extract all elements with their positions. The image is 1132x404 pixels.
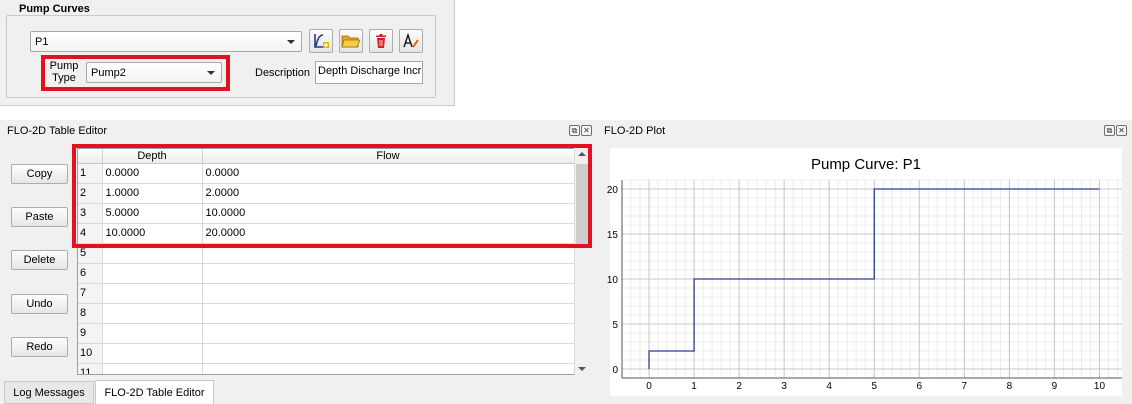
- y-tick-label: 20: [607, 185, 619, 196]
- x-tick-label: 1: [691, 381, 697, 392]
- x-tick-label: 8: [1007, 381, 1013, 392]
- x-tick-label: 7: [962, 381, 968, 392]
- y-tick-label: 10: [607, 275, 619, 286]
- y-tick-label: 0: [612, 365, 618, 376]
- x-tick-label: 6: [917, 381, 923, 392]
- x-tick-label: 3: [781, 381, 787, 392]
- table-highlight: [72, 144, 592, 248]
- x-tick-label: 5: [871, 381, 877, 392]
- pump-type-highlight: [41, 55, 230, 91]
- x-tick-label: 9: [1052, 381, 1058, 392]
- x-tick-label: 10: [1094, 381, 1106, 392]
- x-tick-label: 4: [826, 381, 832, 392]
- y-tick-label: 15: [607, 230, 619, 241]
- y-tick-label: 5: [612, 320, 618, 331]
- x-tick-label: 0: [646, 381, 652, 392]
- x-tick-label: 2: [736, 381, 742, 392]
